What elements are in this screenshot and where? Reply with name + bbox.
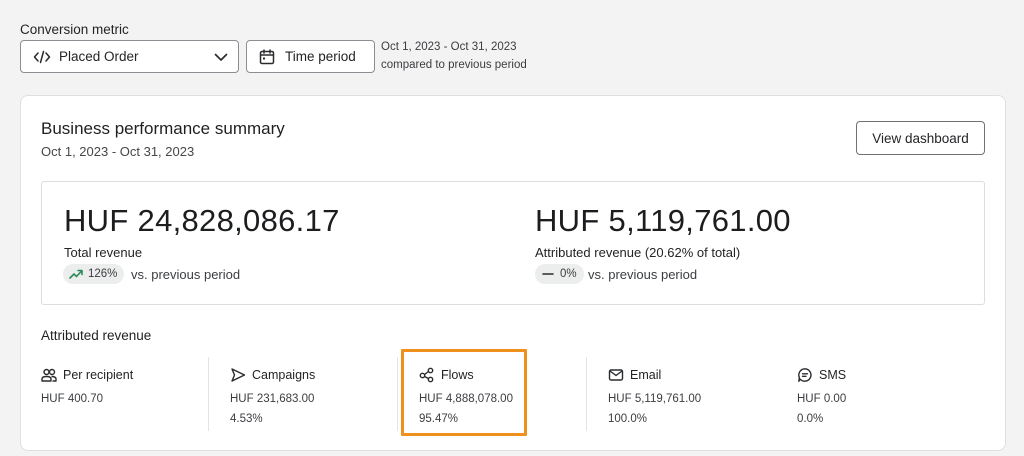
email-percent: 100.0% bbox=[608, 413, 648, 425]
campaigns-label: Campaigns bbox=[252, 368, 316, 382]
attributed-revenue-change: 0% bbox=[560, 268, 577, 280]
conversion-metric-select[interactable]: Placed Order bbox=[20, 40, 239, 73]
card-title: Business performance summary bbox=[41, 119, 285, 138]
campaigns-header: Campaigns bbox=[230, 367, 315, 383]
send-icon bbox=[231, 368, 246, 382]
email-label: Email bbox=[630, 368, 662, 382]
column-divider bbox=[586, 357, 587, 431]
view-dashboard-button[interactable]: View dashboard bbox=[856, 121, 985, 155]
conversion-metric-label: Conversion metric bbox=[20, 22, 129, 37]
column-divider bbox=[397, 357, 398, 431]
time-period-label: Time period bbox=[285, 49, 356, 64]
total-revenue-label: Total revenue bbox=[64, 245, 143, 260]
trend-up-icon bbox=[69, 269, 83, 279]
per-recipient-value: HUF 400.70 bbox=[41, 393, 104, 405]
calendar-icon bbox=[259, 48, 275, 64]
attributed-revenue-value: HUF 5,119,761.00 bbox=[535, 203, 791, 238]
revenue-summary-box bbox=[41, 181, 985, 305]
conversion-metric-value: Placed Order bbox=[59, 49, 139, 64]
flows-highlight-box bbox=[401, 349, 527, 436]
sms-percent: 0.0% bbox=[797, 413, 824, 425]
total-revenue-change-badge: 126% bbox=[63, 264, 125, 284]
sms-label: SMS bbox=[819, 368, 847, 382]
sms-icon bbox=[798, 368, 812, 382]
total-revenue-vs-text: vs. previous period bbox=[131, 267, 241, 282]
attributed-revenue-vs-text: vs. previous period bbox=[588, 267, 698, 282]
time-period-button[interactable]: Time period bbox=[246, 40, 375, 73]
dash-icon bbox=[542, 273, 554, 275]
attributed-revenue-title: Attributed revenue bbox=[41, 328, 152, 343]
email-value: HUF 5,119,761.00 bbox=[608, 393, 702, 405]
total-revenue-change: 126% bbox=[88, 268, 118, 280]
sms-value: HUF 0.00 bbox=[797, 393, 847, 405]
total-revenue-value: HUF 24,828,086.17 bbox=[64, 203, 340, 238]
selected-date-range: Oct 1, 2023 - Oct 31, 2023 bbox=[381, 41, 517, 53]
code-icon bbox=[33, 50, 51, 63]
attributed-revenue-label: Attributed revenue (20.62% of total) bbox=[535, 245, 741, 260]
per-recipient-header: Per recipient bbox=[41, 367, 133, 383]
sms-header: SMS bbox=[797, 367, 846, 383]
users-icon bbox=[41, 368, 57, 382]
card-date-range: Oct 1, 2023 - Oct 31, 2023 bbox=[41, 144, 195, 159]
mail-icon bbox=[608, 369, 624, 381]
attributed-revenue-change-badge: 0% bbox=[535, 264, 584, 284]
chevron-down-icon bbox=[214, 53, 228, 61]
comparison-text: compared to previous period bbox=[381, 59, 527, 71]
column-divider bbox=[208, 357, 209, 431]
campaigns-value: HUF 231,683.00 bbox=[230, 393, 315, 405]
email-header: Email bbox=[608, 367, 661, 383]
campaigns-percent: 4.53% bbox=[230, 413, 263, 425]
per-recipient-label: Per recipient bbox=[63, 368, 134, 382]
